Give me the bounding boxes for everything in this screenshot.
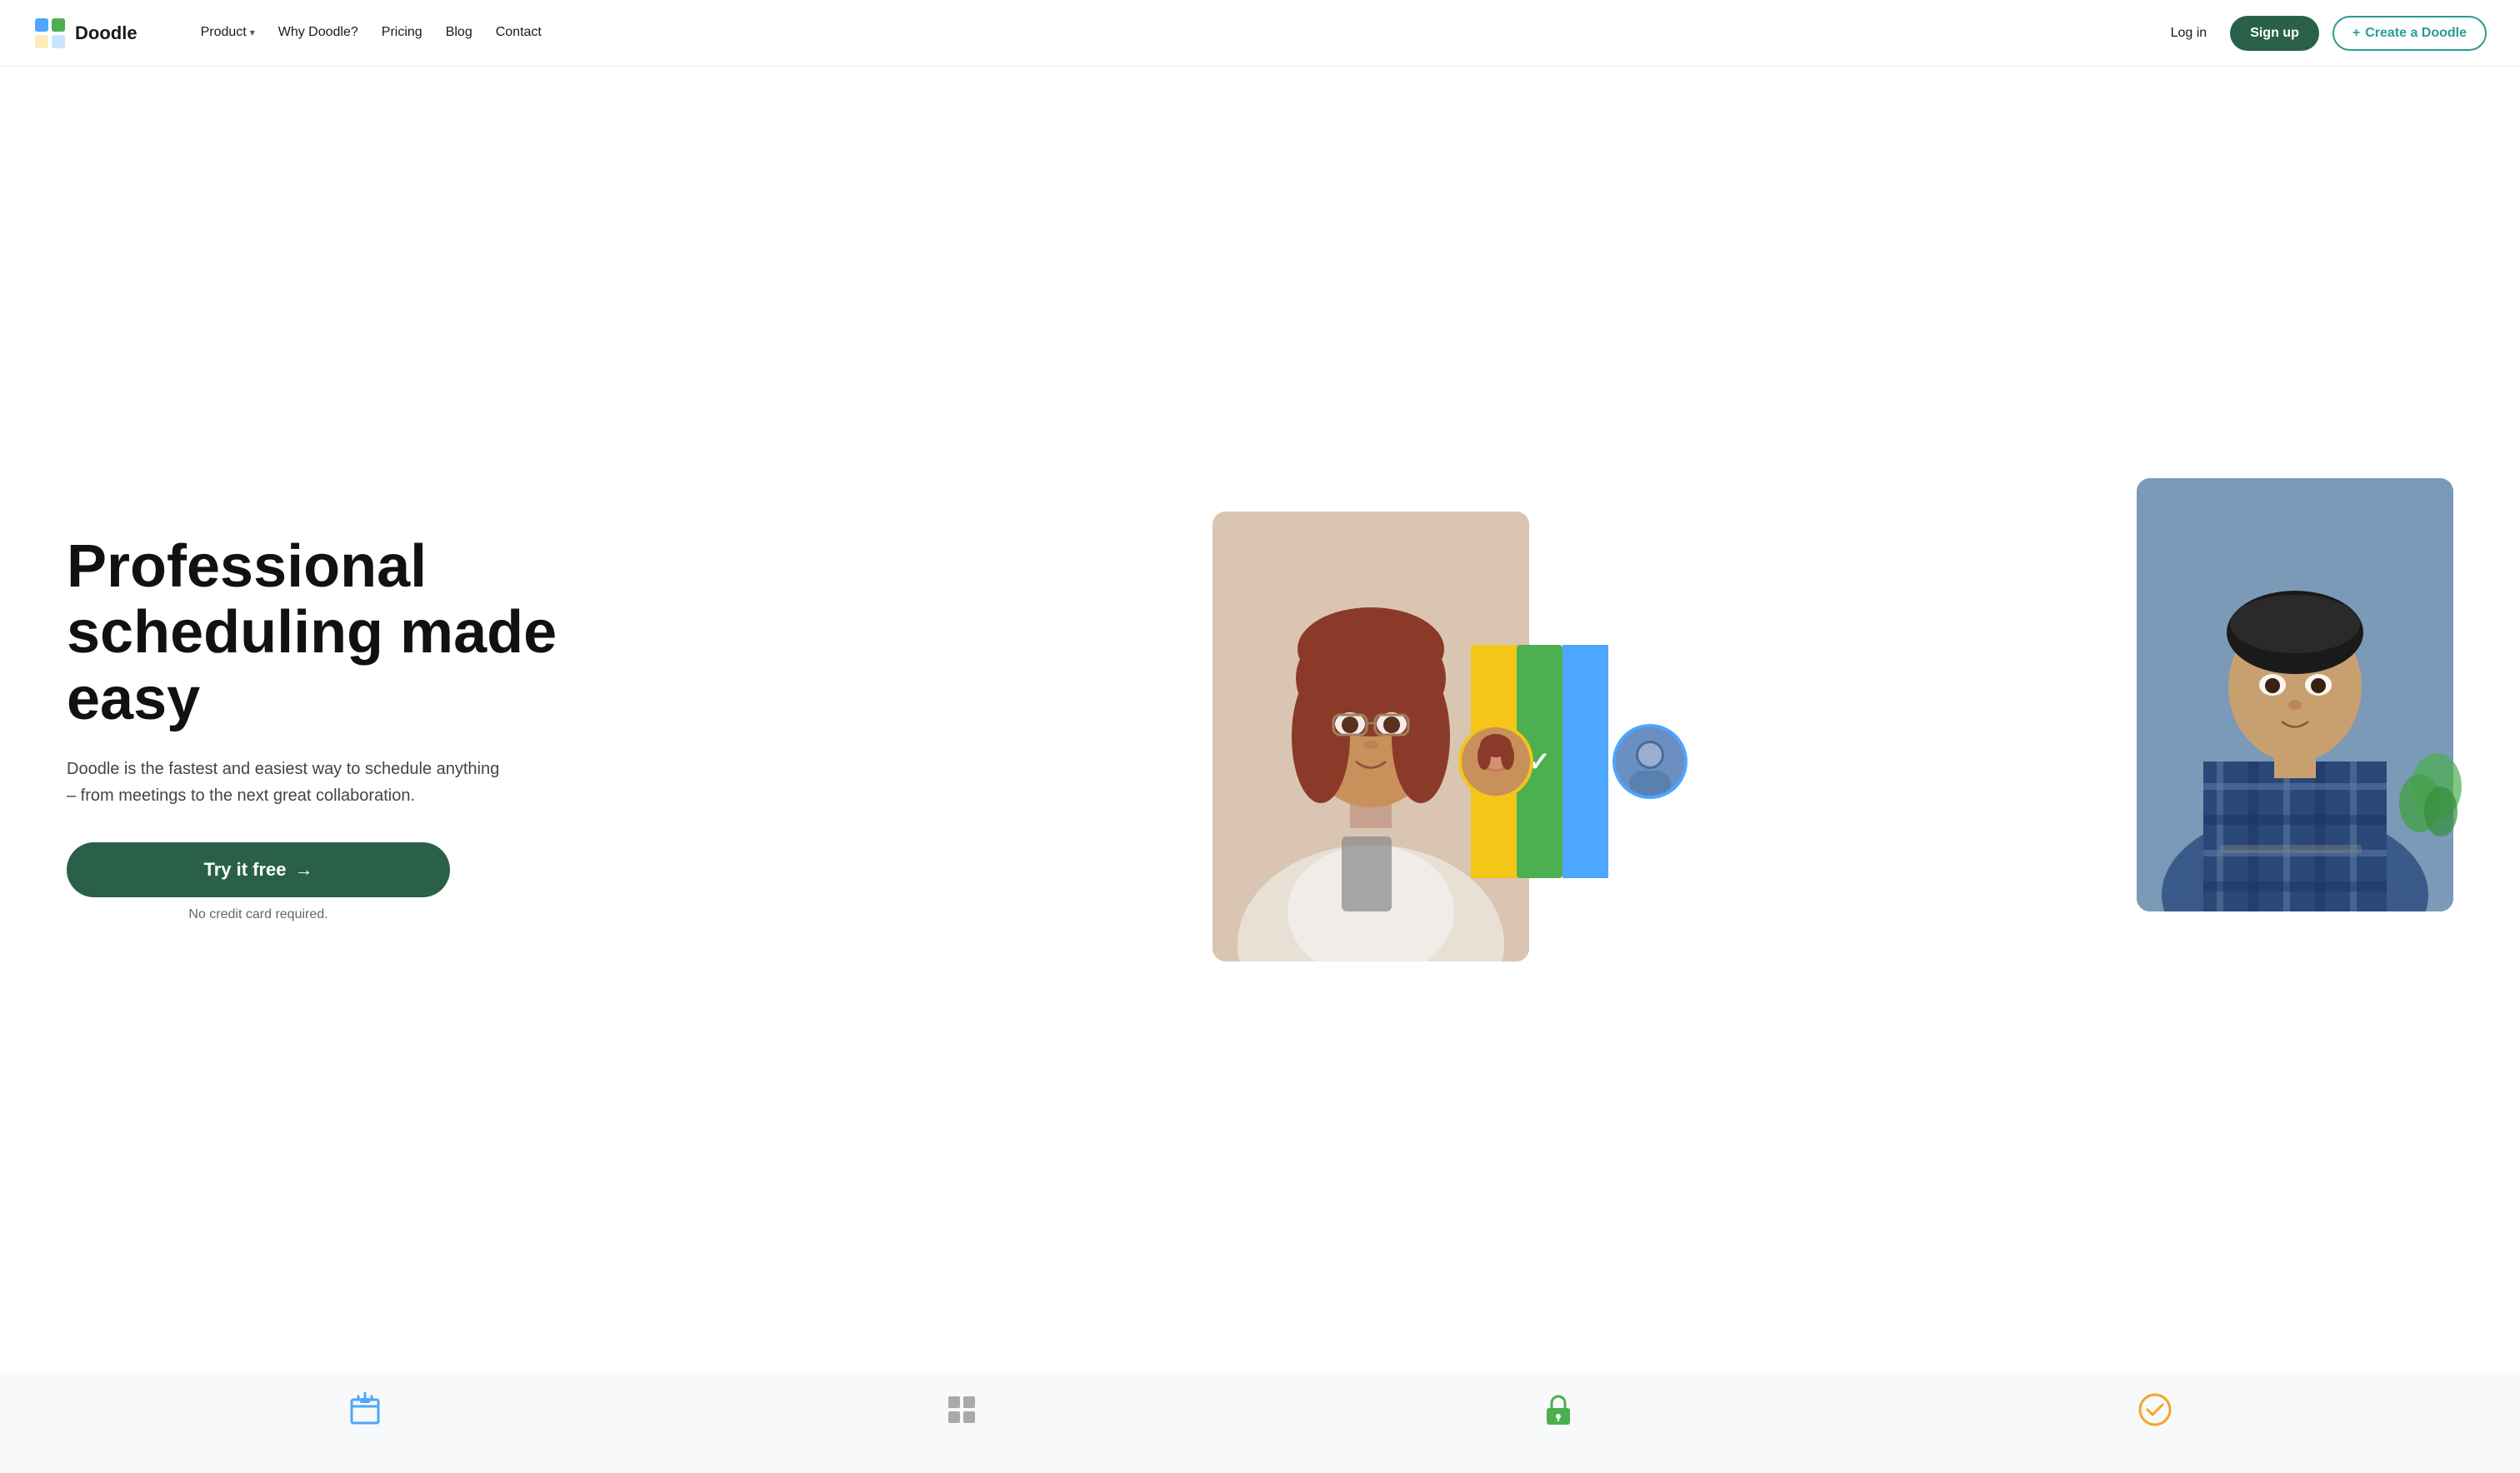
plant-decoration (2395, 728, 2462, 857)
nav-item-why-doodle[interactable]: Why Doodle? (278, 25, 358, 40)
avatar-left (1458, 724, 1533, 799)
logo-link[interactable]: Doodle (33, 17, 138, 50)
calendar-icon (345, 1390, 385, 1430)
hero-left: Professional scheduling made easy Doodle… (67, 534, 567, 922)
icon-item-lock (1538, 1390, 1578, 1430)
hero-section: Professional scheduling made easy Doodle… (0, 67, 2520, 1373)
logo-icon (33, 17, 67, 50)
navbar: Doodle Product ▾ Why Doodle? Pricing Blo… (0, 0, 2520, 67)
icon-item-calendar (345, 1390, 385, 1430)
nav-item-blog[interactable]: Blog (446, 25, 472, 40)
nav-item-pricing[interactable]: Pricing (382, 25, 422, 40)
check-circle-icon (2135, 1390, 2175, 1430)
icon-item-grid (942, 1390, 982, 1430)
nav-right: Log in Sign up + Create a Doodle (2161, 16, 2487, 51)
signup-button[interactable]: Sign up (2230, 16, 2319, 51)
avatar-right (1612, 724, 1688, 799)
hero-right: ✓ (1212, 478, 2453, 978)
nav-links: Product ▾ Why Doodle? Pricing Blog Conta… (168, 0, 575, 67)
chevron-down-icon: ▾ (250, 27, 255, 38)
bottom-icons-bar (0, 1373, 2520, 1473)
grid-icon (942, 1390, 982, 1430)
hero-description: Doodle is the fastest and easiest way to… (67, 756, 500, 809)
login-button[interactable]: Log in (2161, 19, 2218, 47)
icon-item-check-circle (2135, 1390, 2175, 1430)
hero-title: Professional scheduling made easy (67, 534, 567, 732)
bar-blue (1562, 645, 1608, 878)
brand-name: Doodle (75, 22, 138, 44)
try-free-button[interactable]: Try it free → (67, 842, 450, 897)
lock-icon (1538, 1390, 1578, 1430)
arrow-icon: → (295, 859, 313, 881)
plus-icon: + (2352, 26, 2360, 41)
nav-item-product[interactable]: Product ▾ (201, 25, 255, 40)
no-credit-label: No credit card required. (67, 907, 450, 922)
nav-left: Doodle Product ▾ Why Doodle? Pricing Blo… (33, 0, 575, 67)
nav-item-contact[interactable]: Contact (496, 25, 542, 40)
create-doodle-button[interactable]: + Create a Doodle (2332, 16, 2487, 51)
